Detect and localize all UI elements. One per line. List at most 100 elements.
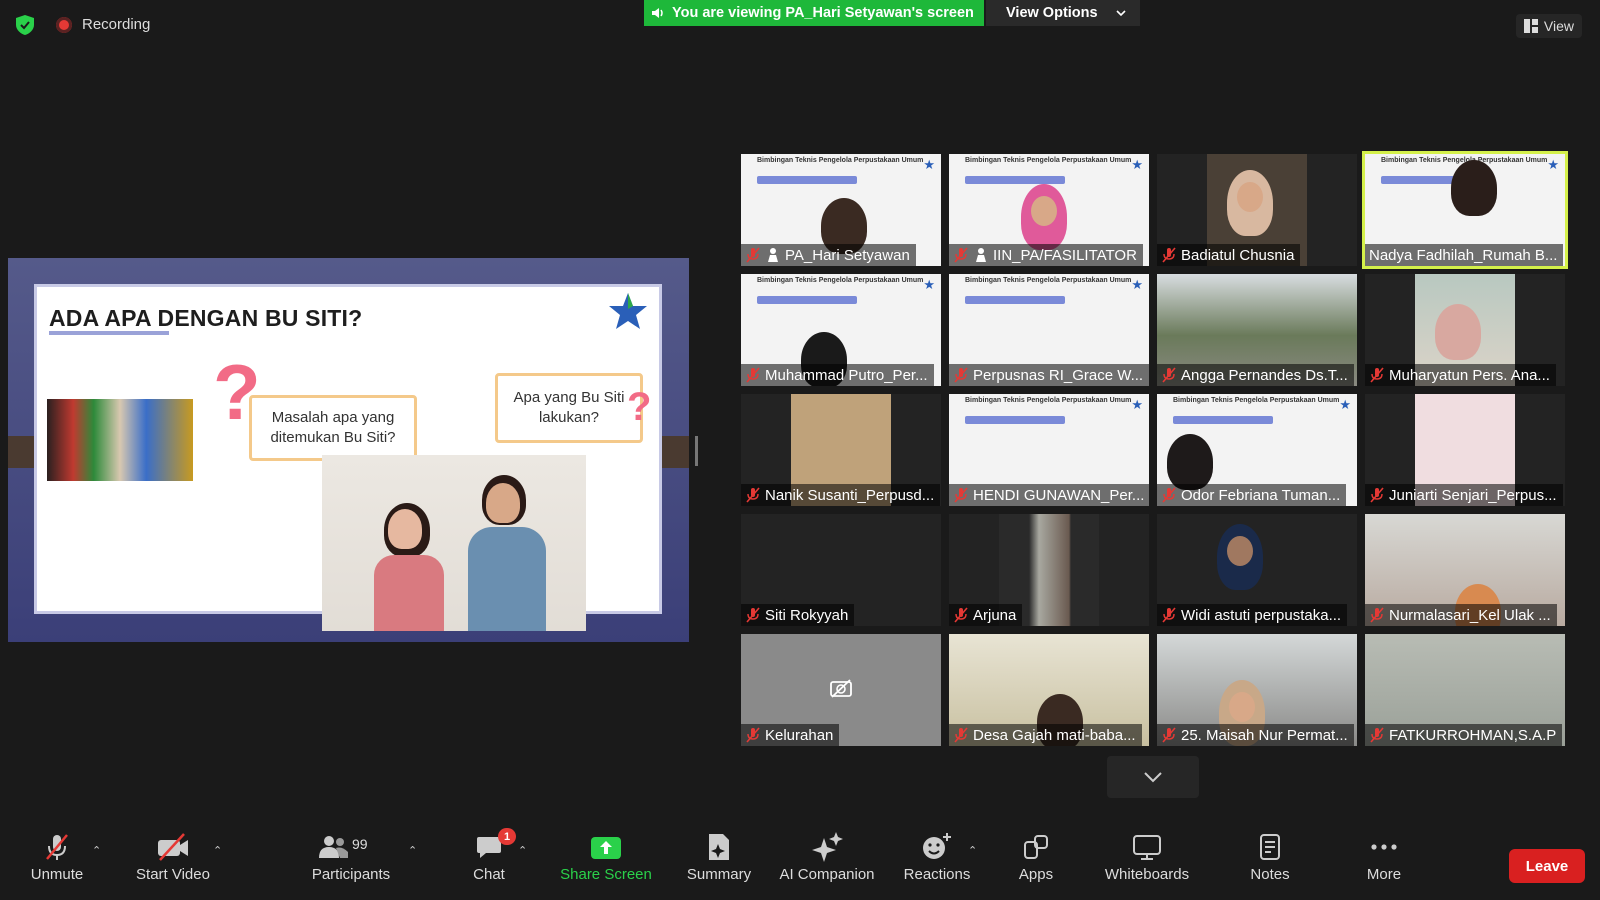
participant-tile[interactable]: Juniarti Senjari_Perpus... — [1365, 394, 1565, 506]
participant-tile[interactable]: Bimbingan Teknis Pengelola Perpustakaan … — [949, 274, 1149, 386]
more-button[interactable]: More — [1329, 830, 1439, 883]
participant-tile[interactable]: Badiatul Chusnia — [1157, 154, 1357, 266]
apps-button[interactable]: Apps — [981, 830, 1091, 883]
viewing-screen-banner: You are viewing PA_Hari Setyawan's scree… — [644, 0, 984, 26]
notes-icon — [1260, 834, 1280, 860]
participant-tile[interactable]: Angga Pernandes Ds.T... — [1157, 274, 1357, 386]
participant-name-label: Arjuna — [949, 604, 1023, 626]
virtual-background-banner — [757, 176, 857, 184]
virtual-background-title: Bimbingan Teknis Pengelola Perpustakaan … — [965, 157, 1132, 164]
participant-name: Kelurahan — [765, 726, 834, 744]
participant-name-label: Muhammad Putro_Per... — [741, 364, 934, 386]
view-options-button[interactable]: View Options — [986, 0, 1140, 26]
summary-label: Summary — [686, 866, 752, 883]
participant-tile[interactable]: Desa Gajah mati-baba... — [949, 634, 1149, 746]
participant-name: Nurmalasari_Kel Ulak ... — [1389, 606, 1551, 624]
mic-muted-icon — [1162, 247, 1176, 263]
participant-name-label: PA_Hari Setyawan — [741, 244, 916, 266]
view-label: View — [1543, 18, 1574, 34]
participant-name: 25. Maisah Nur Permat... — [1181, 726, 1348, 744]
participants-label: Participants — [311, 866, 391, 883]
participant-tile[interactable]: Bimbingan Teknis Pengelola Perpustakaan … — [741, 274, 941, 386]
recording-indicator[interactable]: Recording — [56, 16, 150, 33]
participants-count: 99 — [352, 836, 368, 852]
participant-name-label: Juniarti Senjari_Perpus... — [1365, 484, 1563, 506]
star-logo-icon: ★ — [1131, 157, 1143, 172]
participant-tile[interactable]: Bimbingan Teknis Pengelola Perpustakaan … — [1157, 394, 1357, 506]
participant-name: FATKURROHMAN,S.A.P — [1389, 726, 1557, 744]
participant-tile[interactable]: Bimbingan Teknis Pengelola Perpustakaan … — [949, 394, 1149, 506]
start-video-button[interactable]: Start Video — [118, 830, 228, 883]
mic-muted-icon — [1370, 607, 1384, 623]
record-icon — [56, 16, 72, 33]
participant-name: Nanik Susanti_Perpusd... — [765, 486, 935, 504]
participants-button[interactable]: 99 Participants — [296, 830, 406, 883]
speech-bubble-left: Masalah apa yang ditemukan Bu Siti? — [249, 395, 417, 461]
participant-tile[interactable]: Bimbingan Teknis Pengelola Perpustakaan … — [741, 154, 941, 266]
mic-muted-icon — [1370, 487, 1384, 503]
man-body — [468, 527, 546, 631]
virtual-background-banner — [757, 296, 857, 304]
leave-button[interactable]: Leave — [1509, 849, 1585, 883]
chat-button[interactable]: 1 Chat — [434, 828, 544, 883]
participant-name-label: Nurmalasari_Kel Ulak ... — [1365, 604, 1557, 626]
audio-options-caret-icon[interactable]: ⌃ — [92, 844, 101, 857]
star-logo-icon: ★ — [1131, 277, 1143, 292]
mic-muted-icon — [746, 247, 760, 263]
summary-button[interactable]: Summary — [664, 830, 774, 883]
participant-name: Muhammad Putro_Per... — [765, 366, 928, 384]
participants-options-caret-icon[interactable]: ⌃ — [408, 844, 417, 857]
notes-button[interactable]: Notes — [1215, 830, 1325, 883]
reactions-smiley-icon — [923, 833, 951, 859]
view-button[interactable]: View — [1515, 14, 1582, 38]
participant-tile[interactable]: Nurmalasari_Kel Ulak ... — [1365, 514, 1565, 626]
panel-splitter-handle[interactable] — [695, 436, 698, 466]
participant-tile[interactable]: Arjuna — [949, 514, 1149, 626]
participant-tile[interactable]: Bimbingan Teknis Pengelola Perpustakaan … — [1362, 151, 1568, 269]
reactions-label: Reactions — [903, 866, 971, 883]
participant-name-label: HENDI GUNAWAN_Per... — [949, 484, 1149, 506]
participant-person — [1227, 170, 1273, 236]
participant-name: Muharyatun Pers. Ana... — [1389, 366, 1550, 384]
chat-options-caret-icon[interactable]: ⌃ — [518, 844, 527, 857]
woman-face — [388, 509, 422, 549]
virtual-background-title: Bimbingan Teknis Pengelola Perpustakaan … — [757, 277, 924, 284]
chat-unread-badge: 1 — [498, 828, 516, 845]
participant-name-label: Nanik Susanti_Perpusd... — [741, 484, 941, 506]
participant-name-label: FATKURROHMAN,S.A.P — [1365, 724, 1563, 746]
video-off-icon — [158, 833, 188, 861]
reactions-options-caret-icon[interactable]: ⌃ — [968, 844, 977, 857]
video-options-caret-icon[interactable]: ⌃ — [213, 844, 222, 857]
participant-name-label: Nadya Fadhilah_Rumah B... — [1365, 244, 1564, 266]
virtual-background-title: Bimbingan Teknis Pengelola Perpustakaan … — [1173, 397, 1340, 404]
participant-tile[interactable]: Nanik Susanti_Perpusd... — [741, 394, 941, 506]
participant-tile[interactable]: Kelurahan — [741, 634, 941, 746]
whiteboards-button[interactable]: Whiteboards — [1092, 830, 1202, 883]
participant-name: Perpusnas RI_Grace W... — [973, 366, 1144, 384]
apps-label: Apps — [1018, 866, 1054, 883]
participant-tile[interactable]: Siti Rokyyah — [741, 514, 941, 626]
participant-tile[interactable]: Bimbingan Teknis Pengelola Perpustakaan … — [949, 154, 1149, 266]
participant-tile[interactable]: 25. Maisah Nur Permat... — [1157, 634, 1357, 746]
participant-tile[interactable]: FATKURROHMAN,S.A.P — [1365, 634, 1565, 746]
mic-muted-icon — [1162, 607, 1176, 623]
security-shield-icon[interactable] — [16, 15, 34, 35]
participant-person — [1021, 184, 1067, 250]
mic-muted-icon — [954, 727, 968, 743]
share-screen-button[interactable]: Share Screen — [551, 830, 661, 883]
gallery-next-page-button[interactable] — [1107, 756, 1199, 798]
ai-companion-button[interactable]: AI Companion — [772, 830, 882, 883]
more-label: More — [1366, 866, 1402, 883]
participant-name-label: Widi astuti perpustaka... — [1157, 604, 1348, 626]
participant-person — [1435, 304, 1481, 360]
participant-name: Desa Gajah mati-baba... — [973, 726, 1136, 744]
camera-off-icon — [830, 679, 852, 698]
viewing-banner-text: You are viewing PA_Hari Setyawan's scree… — [672, 5, 974, 21]
virtual-background-title: Bimbingan Teknis Pengelola Perpustakaan … — [757, 157, 924, 164]
man-face — [486, 483, 520, 523]
participant-tile[interactable]: Muharyatun Pers. Ana... — [1365, 274, 1565, 386]
participant-person — [1217, 524, 1263, 590]
participant-tile[interactable]: Widi astuti perpustaka... — [1157, 514, 1357, 626]
shared-screen[interactable]: ADA APA DENGAN BU SITI? ? Masalah apa ya… — [8, 258, 689, 642]
participant-name: Odor Febriana Tuman... — [1181, 486, 1341, 504]
